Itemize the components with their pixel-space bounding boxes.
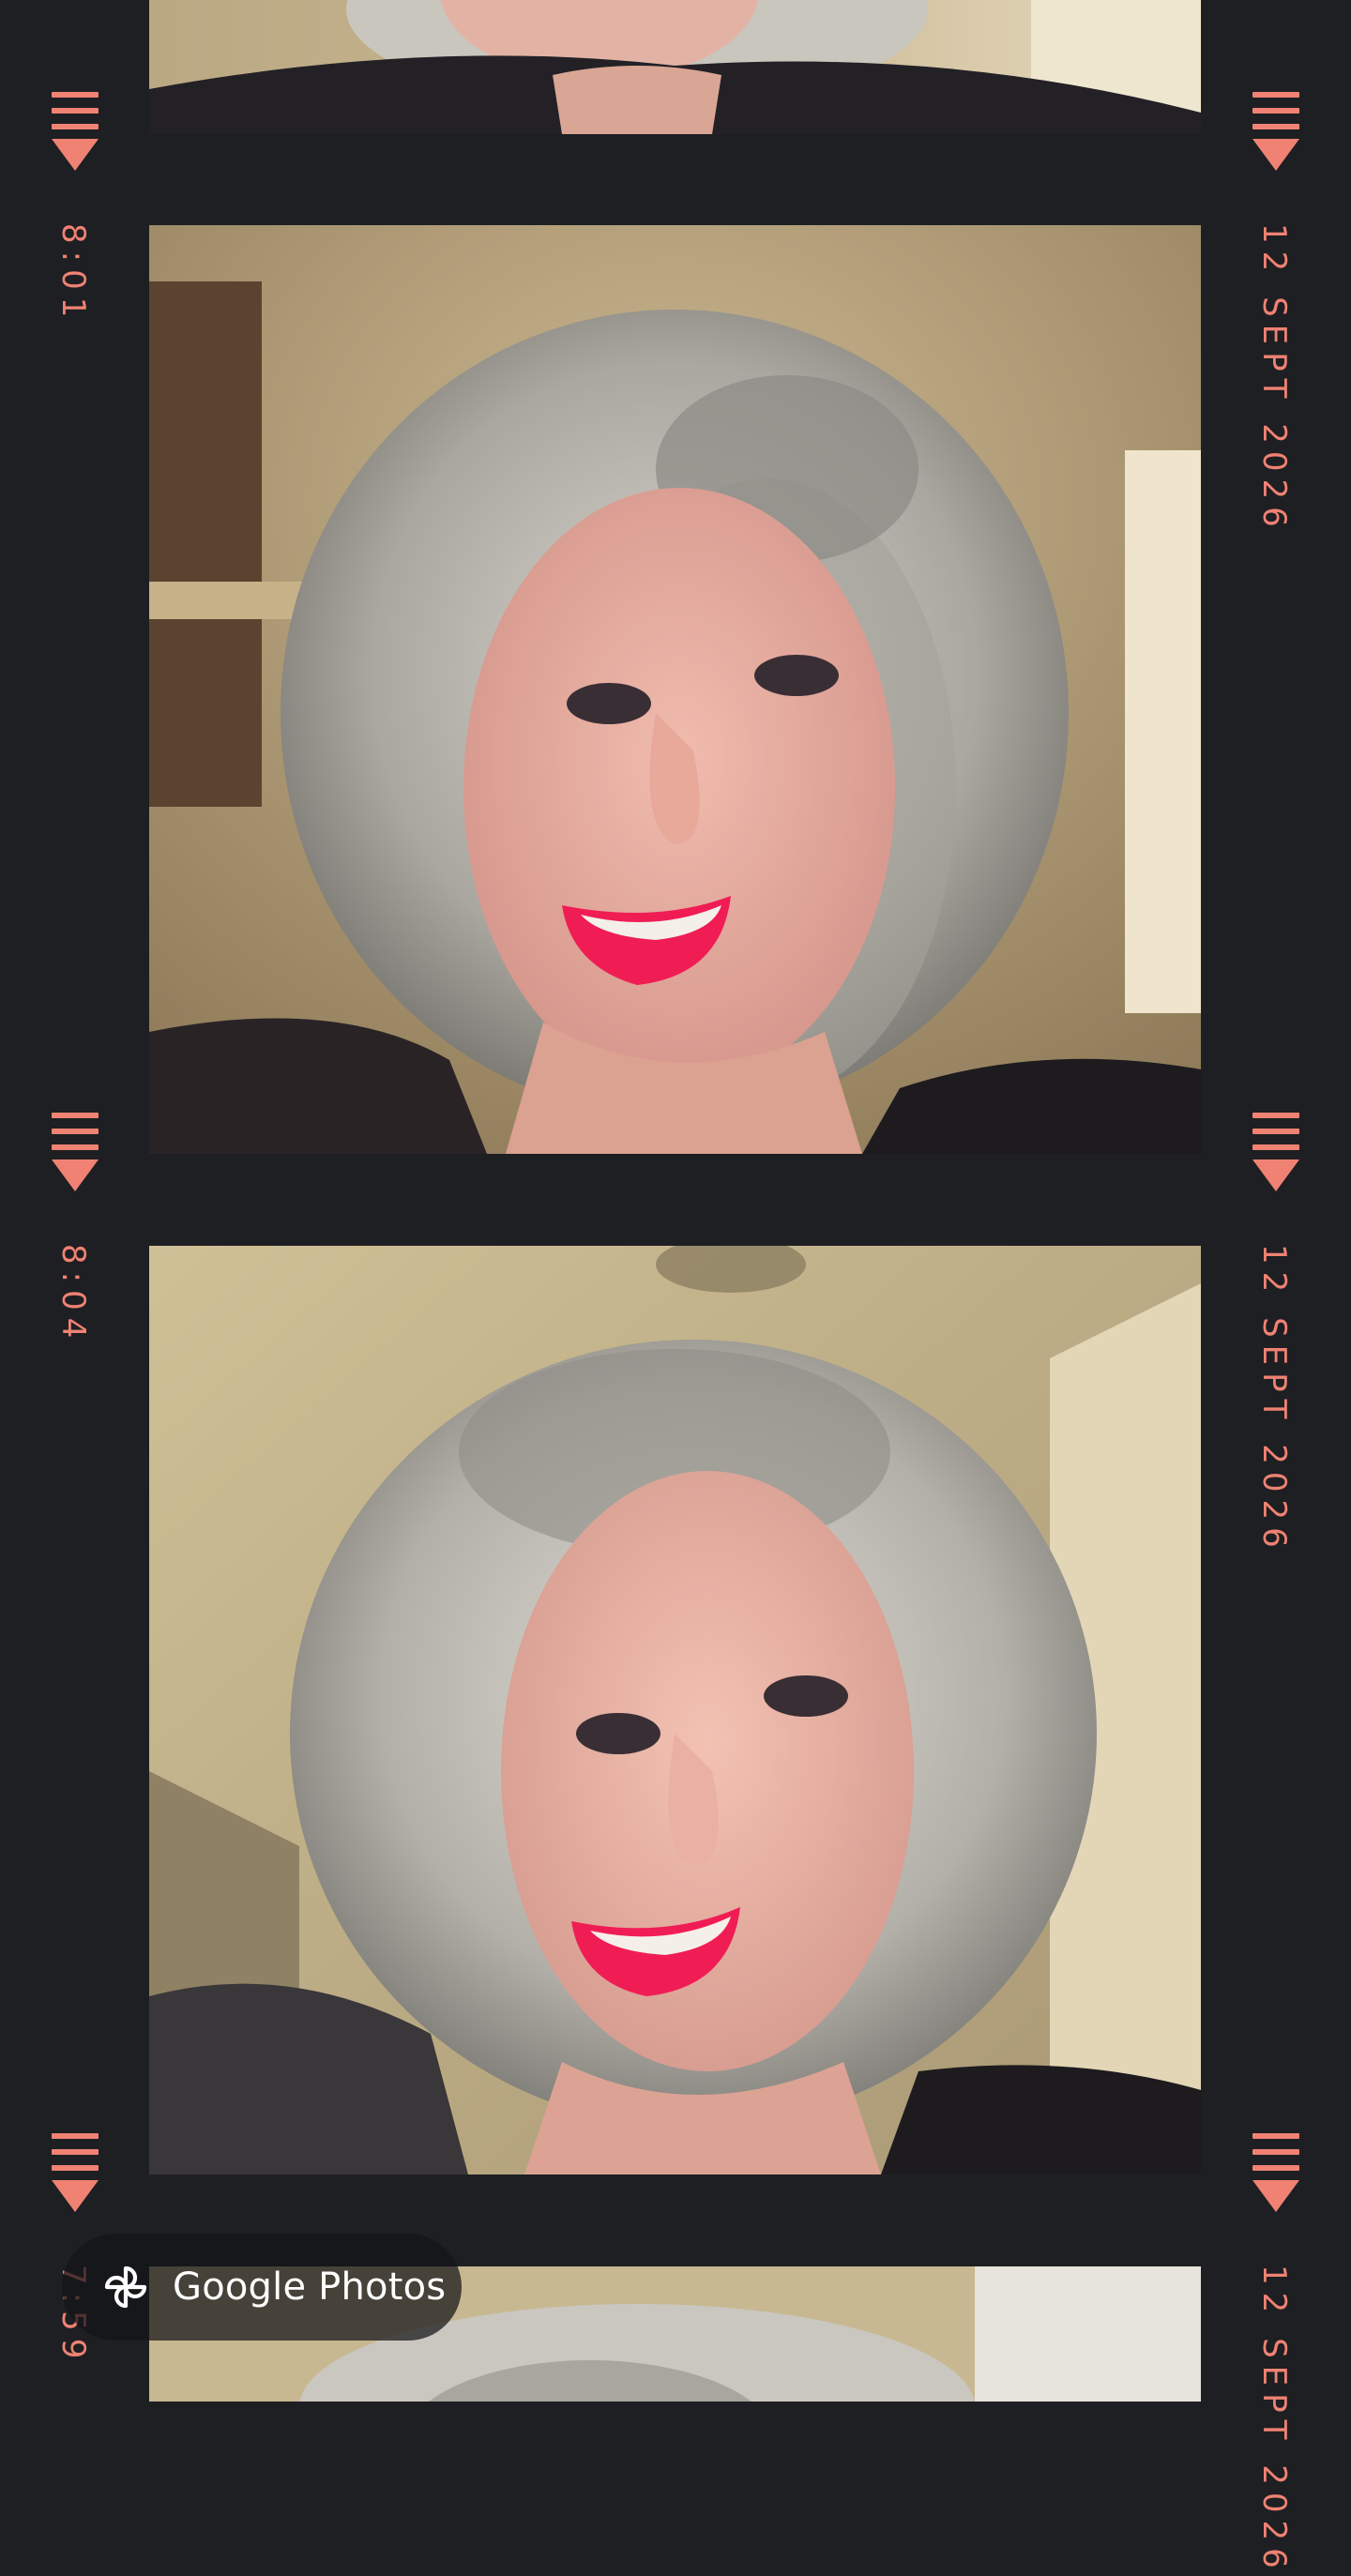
frame-date-label: 12 SEPT 2026 [1255, 223, 1293, 535]
left-sprocket-marker-2 [52, 1113, 99, 1191]
brand-label: Google Photos [173, 2265, 447, 2309]
frame-time-label: 8:01 [54, 223, 92, 326]
frame-date-label: 12 SEPT 2026 [1255, 1244, 1293, 1555]
photo-frame-2[interactable] [149, 225, 1201, 1154]
left-sprocket-marker-1 [52, 92, 99, 171]
left-sprocket-marker-3 [52, 2133, 99, 2212]
photo-frame-3[interactable] [149, 1246, 1201, 2174]
frame-time-label: 8:04 [54, 1244, 92, 1346]
right-sprocket-marker-2 [1252, 1113, 1299, 1191]
filmstrip[interactable]: 8:01 8:04 7:59 12 SEPT 2026 12 SEPT 2026… [0, 0, 1351, 2576]
pinwheel-icon [104, 2265, 147, 2309]
google-photos-badge: Google Photos [62, 2234, 462, 2341]
frame-date-label: 12 SEPT 2026 [1255, 2265, 1293, 2576]
right-sprocket-marker-1 [1252, 92, 1299, 171]
photo-frame-1[interactable] [149, 0, 1201, 134]
right-sprocket-marker-3 [1252, 2133, 1299, 2212]
